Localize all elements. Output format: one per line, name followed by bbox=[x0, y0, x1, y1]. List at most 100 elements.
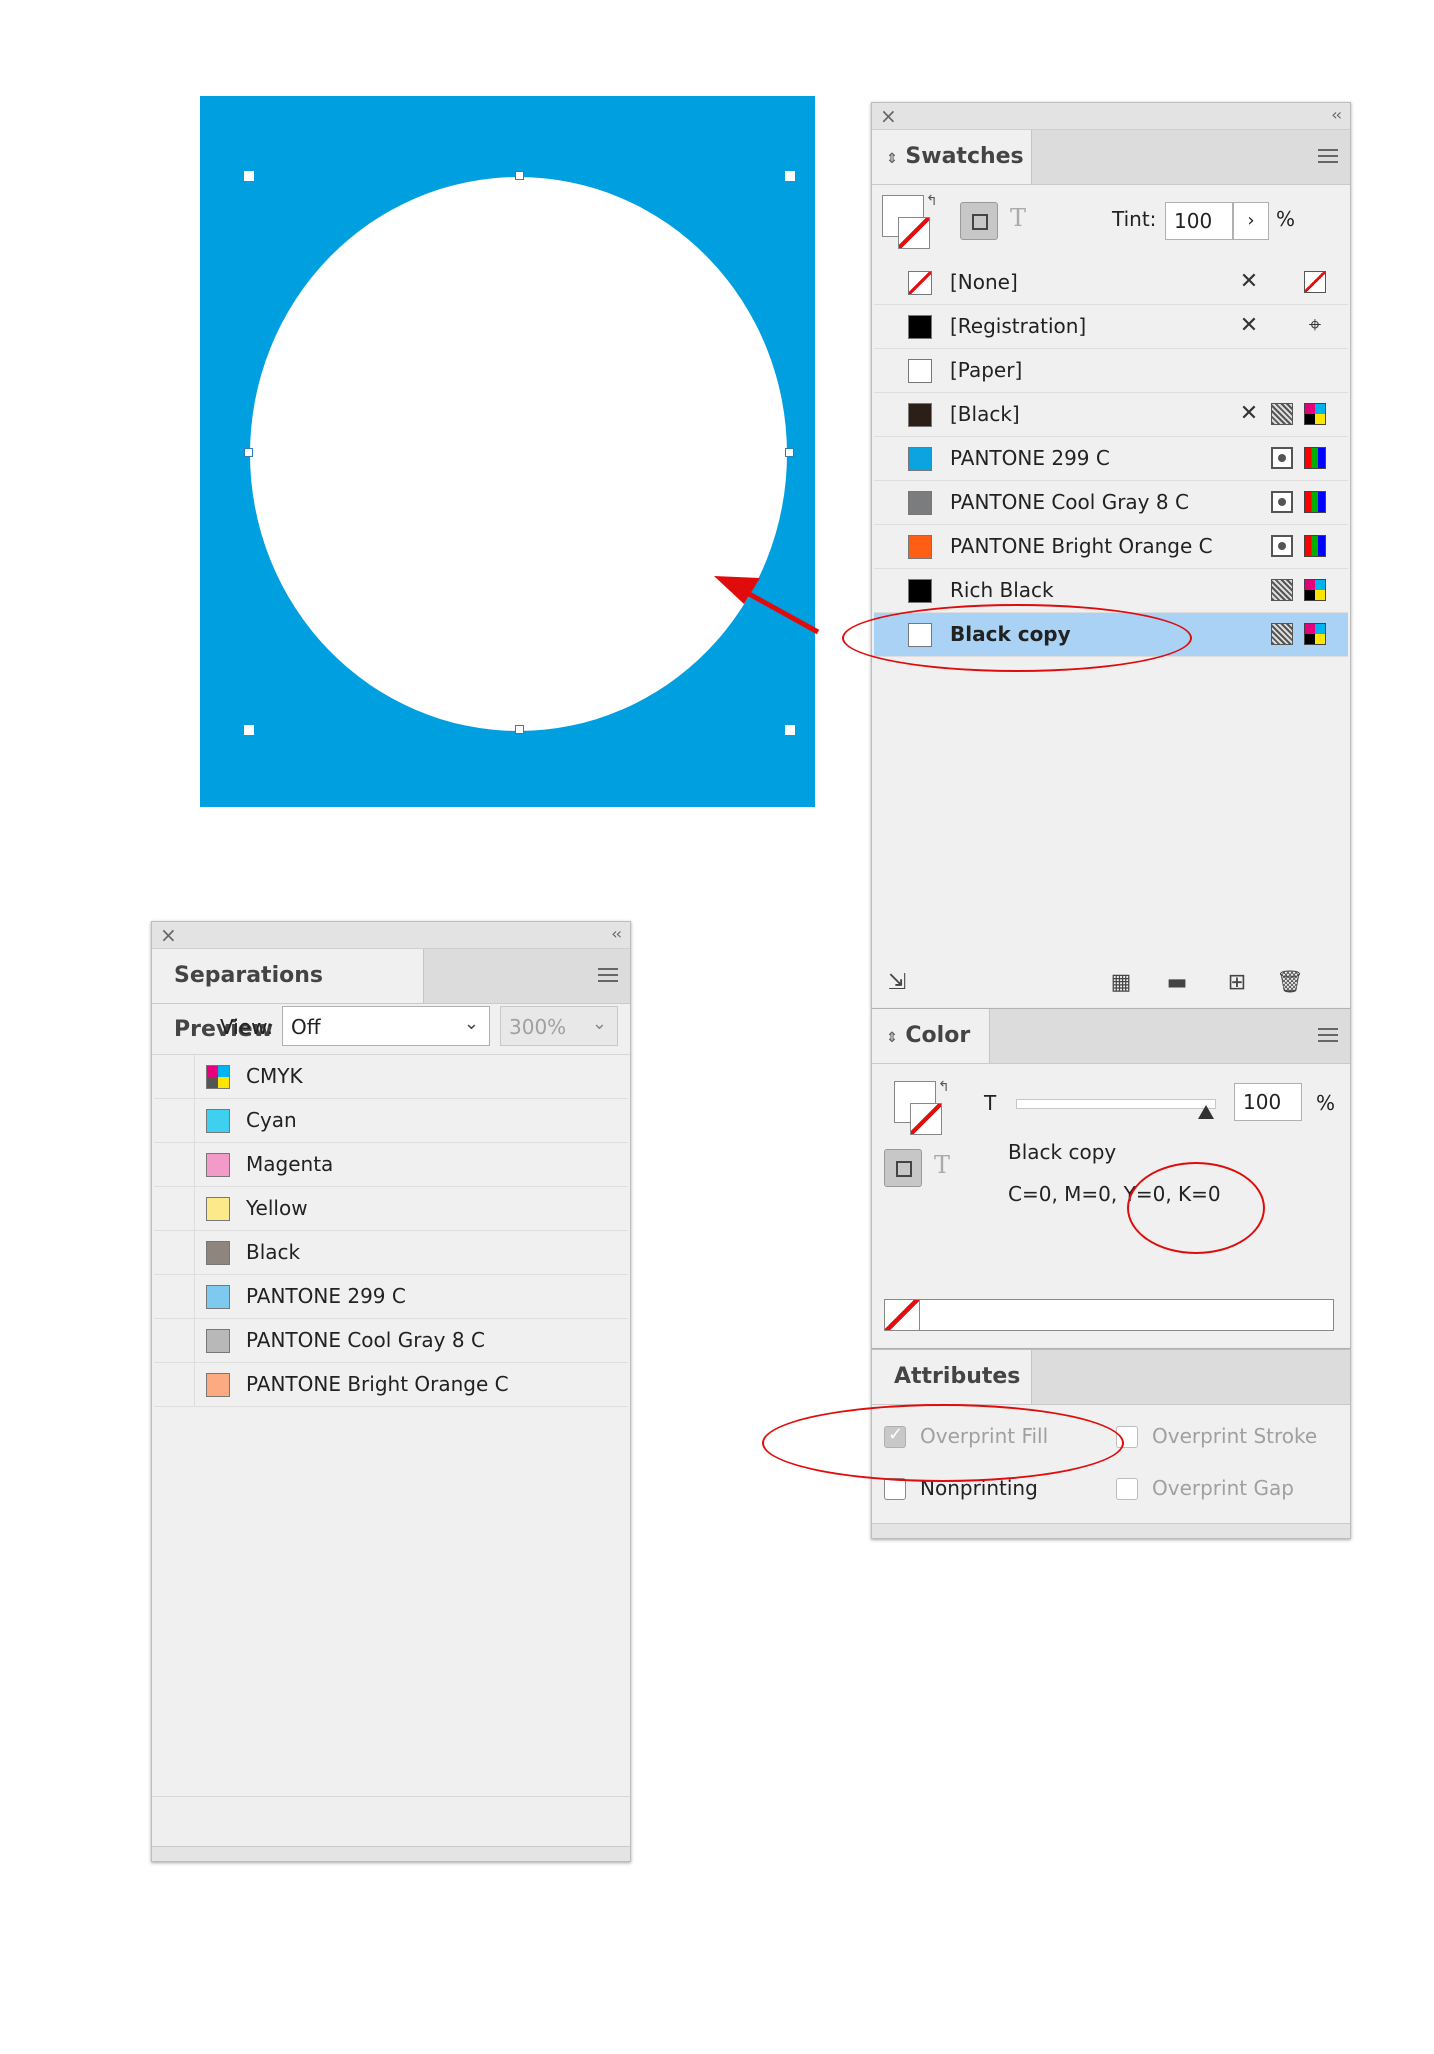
tab-color[interactable]: ⇕ Color bbox=[872, 1009, 990, 1063]
ink-row[interactable]: Cyan bbox=[154, 1099, 628, 1143]
color-panel: ⇕ Color ↰ T T 100 % Black copy C=0, M=0,… bbox=[871, 1009, 1351, 1349]
swatch-name: [Registration] bbox=[950, 314, 1087, 338]
color-ramp[interactable] bbox=[884, 1299, 1334, 1331]
panel-menu-icon[interactable] bbox=[1318, 1028, 1338, 1042]
ink-row[interactable]: Yellow bbox=[154, 1187, 628, 1231]
spot-color-icon bbox=[1271, 491, 1293, 513]
tab-swatches-label: Swatches bbox=[905, 144, 1024, 169]
overprint-fill-checkbox[interactable] bbox=[884, 1424, 906, 1448]
tab-separations[interactable]: Separations Preview bbox=[152, 949, 424, 1042]
tint-label: Tint: bbox=[1112, 207, 1157, 231]
selection-handle[interactable] bbox=[785, 448, 794, 457]
selection-handle[interactable] bbox=[515, 725, 524, 734]
stroke-box[interactable] bbox=[910, 1103, 942, 1135]
swatch-row[interactable]: PANTONE 299 C bbox=[874, 437, 1348, 481]
selected-circle[interactable] bbox=[250, 177, 787, 731]
tint-slider-track[interactable] bbox=[1016, 1099, 1216, 1109]
spot-rgb-icon bbox=[1304, 491, 1326, 513]
visibility-toggle[interactable] bbox=[154, 1143, 195, 1186]
swatches-titlebar: × ‹‹ bbox=[872, 103, 1350, 130]
visibility-toggle[interactable] bbox=[154, 1275, 195, 1318]
collapse-icon[interactable]: ‹‹ bbox=[1331, 105, 1342, 124]
selection-handle[interactable] bbox=[244, 725, 254, 735]
ink-row[interactable]: PANTONE Bright Orange C bbox=[154, 1363, 628, 1407]
resize-grip[interactable] bbox=[872, 1523, 1350, 1538]
swatch-name: [None] bbox=[950, 270, 1018, 294]
tint-slider-button[interactable]: › bbox=[1233, 202, 1269, 240]
overprint-stroke-checkbox[interactable] bbox=[1116, 1426, 1138, 1448]
container-mode-button[interactable] bbox=[960, 202, 998, 240]
cmyk-icon bbox=[1304, 623, 1326, 645]
new-color-group-icon[interactable]: ▬ bbox=[1164, 970, 1190, 996]
swatch-name: Black copy bbox=[950, 622, 1071, 646]
ink-list: CMYK Cyan Magenta Yellow Black PANTONE 299 C P… bbox=[152, 1054, 630, 1415]
selection-handle[interactable] bbox=[244, 171, 254, 181]
overprint-stroke-label: Overprint Stroke bbox=[1152, 1424, 1318, 1448]
swatch-row[interactable]: Rich Black bbox=[874, 569, 1348, 613]
ink-row[interactable]: PANTONE 299 C bbox=[154, 1275, 628, 1319]
ink-row[interactable]: Black bbox=[154, 1231, 628, 1275]
tab-attributes[interactable]: Attributes bbox=[872, 1350, 1032, 1404]
swap-icon[interactable]: ↰ bbox=[926, 193, 938, 209]
swatch-name: [Black] bbox=[950, 402, 1020, 426]
stroke-box[interactable] bbox=[898, 217, 930, 249]
nonprinting-label: Nonprinting bbox=[920, 1476, 1038, 1500]
artboard[interactable] bbox=[200, 96, 815, 807]
separations-panel: × ‹‹ Separations Preview View: Off ⌄ 300… bbox=[151, 921, 631, 1862]
visibility-toggle[interactable] bbox=[154, 1187, 195, 1230]
swatch-chip bbox=[908, 447, 932, 471]
fill-stroke-proxy[interactable]: ↰ bbox=[882, 193, 938, 251]
tint-slider-thumb[interactable] bbox=[1198, 1105, 1214, 1119]
text-mode-icon[interactable]: T bbox=[1010, 204, 1026, 232]
cmyk-icon bbox=[1304, 579, 1326, 601]
selection-handle[interactable] bbox=[515, 171, 524, 180]
swatch-row[interactable]: PANTONE Bright Orange C bbox=[874, 525, 1348, 569]
swatch-row[interactable]: [Black] ✕ bbox=[874, 393, 1348, 437]
separations-tab-row: Separations Preview bbox=[152, 949, 630, 1042]
view-select[interactable]: Off ⌄ bbox=[282, 1006, 490, 1046]
ink-row[interactable]: PANTONE Cool Gray 8 C bbox=[154, 1319, 628, 1363]
ink-row[interactable]: CMYK bbox=[154, 1055, 628, 1099]
panel-menu-icon[interactable] bbox=[1318, 149, 1338, 163]
swatch-row[interactable]: [Paper] bbox=[874, 349, 1348, 393]
overprint-gap-checkbox[interactable] bbox=[1116, 1478, 1138, 1500]
show-swatch-types-icon[interactable]: ⇲ bbox=[884, 970, 910, 996]
color-tint-input[interactable]: 100 bbox=[1234, 1083, 1302, 1121]
visibility-toggle[interactable] bbox=[154, 1099, 195, 1142]
text-mode-icon[interactable]: T bbox=[934, 1151, 950, 1179]
visibility-toggle[interactable] bbox=[154, 1319, 195, 1362]
ink-chip bbox=[206, 1065, 230, 1089]
close-icon[interactable]: × bbox=[880, 104, 897, 128]
new-swatch-icon[interactable]: ⊞ bbox=[1224, 970, 1250, 996]
nonprinting-checkbox[interactable] bbox=[884, 1478, 906, 1500]
swatch-row[interactable]: PANTONE Cool Gray 8 C bbox=[874, 481, 1348, 525]
delete-swatch-icon[interactable]: 🗑 bbox=[1276, 970, 1304, 996]
visibility-toggle[interactable] bbox=[154, 1231, 195, 1274]
ink-chip bbox=[206, 1153, 230, 1177]
collapse-icon[interactable]: ‹‹ bbox=[611, 924, 622, 943]
selection-handle[interactable] bbox=[785, 171, 795, 181]
visibility-toggle[interactable] bbox=[154, 1055, 195, 1098]
color-swatch-name: Black copy bbox=[1008, 1140, 1117, 1164]
spot-color-icon bbox=[1271, 535, 1293, 557]
swatch-row[interactable]: [None] ✕ bbox=[874, 261, 1348, 305]
panel-menu-icon[interactable] bbox=[598, 968, 618, 982]
ink-row[interactable]: Magenta bbox=[154, 1143, 628, 1187]
visibility-toggle[interactable] bbox=[154, 1363, 195, 1406]
swap-icon[interactable]: ↰ bbox=[938, 1079, 950, 1095]
close-icon[interactable]: × bbox=[160, 923, 177, 947]
tint-input[interactable]: 100 bbox=[1165, 202, 1233, 240]
fill-stroke-proxy[interactable]: ↰ bbox=[894, 1079, 950, 1137]
tab-color-label: Color bbox=[905, 1023, 971, 1048]
swatch-views-icon[interactable]: ▦ bbox=[1108, 970, 1134, 996]
zoom-select[interactable]: 300% ⌄ bbox=[500, 1006, 618, 1046]
tab-swatches[interactable]: ⇕ Swatches bbox=[872, 130, 1032, 184]
swatch-row[interactable]: Black copy bbox=[874, 613, 1348, 657]
container-mode-button[interactable] bbox=[884, 1149, 922, 1187]
selection-handle[interactable] bbox=[785, 725, 795, 735]
none-ramp-icon[interactable] bbox=[885, 1300, 920, 1330]
selection-handle[interactable] bbox=[244, 448, 253, 457]
swatch-row[interactable]: [Registration] ✕ ⌖ bbox=[874, 305, 1348, 349]
resize-grip[interactable] bbox=[152, 1846, 630, 1861]
spot-color-icon bbox=[1271, 447, 1293, 469]
